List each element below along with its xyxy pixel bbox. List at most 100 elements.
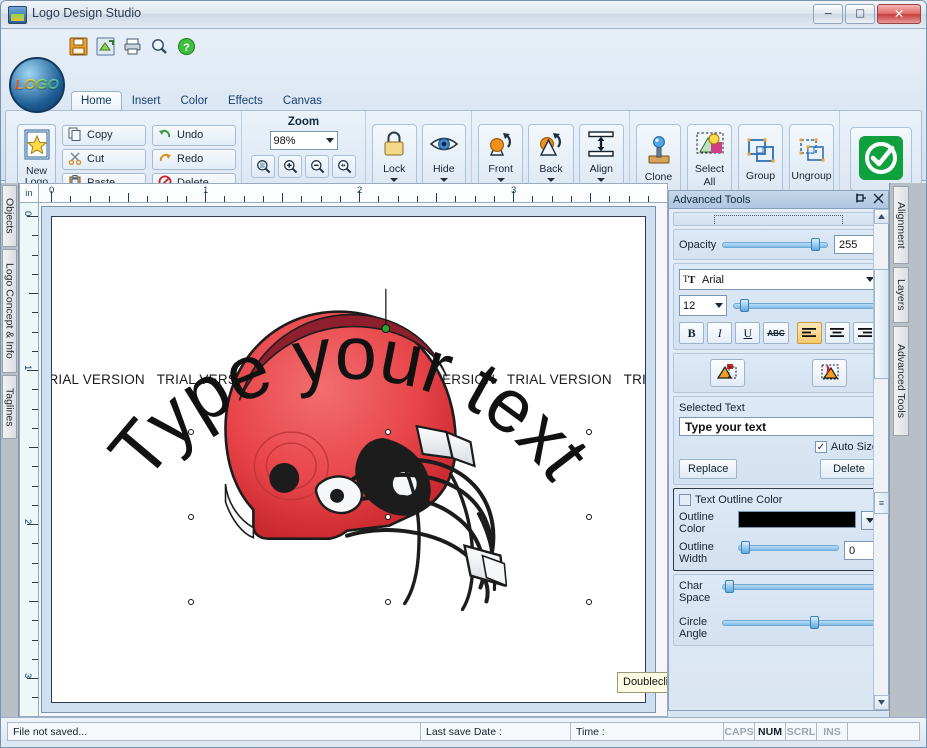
italic-button[interactable]: I xyxy=(707,322,733,344)
panel-tab-layers[interactable]: Layers xyxy=(893,267,909,323)
selection-handle-bl[interactable] xyxy=(188,599,194,605)
canvas-area[interactable]: in 0 1 2 3 0 1 2 3 TRIAL VERSION TRIAL VERSION… xyxy=(19,183,668,717)
align-center-button[interactable] xyxy=(824,322,850,344)
panel-scrollbar[interactable]: ≡ xyxy=(873,209,889,710)
selected-text-input[interactable]: Type your text xyxy=(679,417,878,436)
bold-button[interactable]: B xyxy=(679,322,705,344)
font-size-slider[interactable] xyxy=(733,299,878,312)
circle-angle-slider[interactable] xyxy=(722,616,878,629)
zoom-out-button[interactable] xyxy=(305,155,329,178)
selection-handle-mr[interactable] xyxy=(586,514,592,520)
panel-scroll-grip[interactable]: ≡ xyxy=(874,492,889,514)
selection-handle-tm[interactable] xyxy=(385,429,391,435)
minimize-button[interactable]: ─ xyxy=(813,4,843,24)
text-outline-color-checkbox[interactable] xyxy=(679,494,691,506)
zoom-select[interactable]: 98% xyxy=(269,131,338,150)
tab-effects[interactable]: Effects xyxy=(218,91,273,110)
align-label: Align xyxy=(589,163,613,175)
status-resize-grip[interactable] xyxy=(847,722,920,741)
cut-button[interactable]: Cut xyxy=(62,148,146,170)
zoom-in-button[interactable] xyxy=(278,155,302,178)
scroll-down-button[interactable] xyxy=(874,695,889,710)
undo-button[interactable]: Undo xyxy=(152,124,236,146)
chevron-down-icon[interactable] xyxy=(546,178,555,182)
circle-angle-slider-thumb[interactable] xyxy=(810,616,819,629)
delete-text-button[interactable]: Delete xyxy=(820,459,878,479)
ungroup-button[interactable]: Ungroup xyxy=(789,124,834,194)
panel-tab-advanced-tools[interactable]: Advanced Tools xyxy=(893,326,909,436)
outline-color-swatch[interactable] xyxy=(738,511,856,528)
help-icon[interactable]: ? xyxy=(177,37,196,56)
strikethrough-button[interactable]: ABC xyxy=(763,322,789,344)
font-size-select[interactable]: 12 xyxy=(679,295,727,316)
ruler-tick xyxy=(32,543,38,545)
selection-handle-ml[interactable] xyxy=(188,514,194,520)
chevron-down-icon[interactable] xyxy=(597,178,606,182)
tab-insert[interactable]: Insert xyxy=(122,91,171,110)
char-space-slider[interactable] xyxy=(722,580,878,593)
close-button[interactable]: ✕ xyxy=(877,4,921,24)
chevron-down-icon[interactable] xyxy=(496,178,505,182)
zoom-fit-button[interactable] xyxy=(332,155,356,178)
save-as-icon[interactable] xyxy=(96,37,115,56)
selection-handle-br[interactable] xyxy=(586,599,592,605)
tab-home[interactable]: Home xyxy=(71,91,122,110)
font-family-select[interactable]: TT Arial xyxy=(679,269,878,290)
scroll-up-button[interactable] xyxy=(874,209,889,224)
ruler-tick xyxy=(108,196,110,202)
ruler-tick xyxy=(32,389,38,391)
font-size-slider-thumb[interactable] xyxy=(740,299,749,312)
preview-icon[interactable] xyxy=(150,37,169,56)
selection-handle-tl[interactable] xyxy=(188,429,194,435)
ruler-tick xyxy=(32,427,38,429)
close-icon[interactable] xyxy=(873,193,884,207)
app-logo-orb[interactable] xyxy=(9,57,65,113)
lock-icon xyxy=(380,129,408,162)
font-size-value: 12 xyxy=(683,299,696,312)
panel-tab-alignment[interactable]: Alignment xyxy=(893,186,909,264)
chevron-down-icon[interactable] xyxy=(439,178,448,182)
design-page[interactable]: TRIAL VERSION TRIAL VERSION TRIAL VERSIO… xyxy=(51,216,646,703)
ruler-label: 2 xyxy=(22,519,33,525)
print-icon[interactable] xyxy=(123,37,142,56)
copy-button[interactable]: Copy xyxy=(62,124,146,146)
pin-icon[interactable] xyxy=(855,192,867,207)
selection-handle-bm[interactable] xyxy=(385,599,391,605)
align-left-button[interactable] xyxy=(796,322,822,344)
underline-button[interactable]: U xyxy=(735,322,761,344)
selection-handle-tr[interactable] xyxy=(586,429,592,435)
sidebar-tab-taglines-label: Taglines xyxy=(3,387,16,427)
opacity-value[interactable]: 255 xyxy=(834,235,878,254)
opacity-slider-thumb[interactable] xyxy=(811,238,821,251)
opacity-slider[interactable] xyxy=(722,238,828,251)
sidebar-tab-objects[interactable]: Objects xyxy=(2,185,17,247)
panel-scroll-thumb[interactable] xyxy=(874,269,889,379)
text-outline-color-label: Text Outline Color xyxy=(695,494,783,506)
sidebar-tab-logo-concept[interactable]: Logo Concept & Info xyxy=(2,249,17,373)
insert-image-button[interactable] xyxy=(709,359,745,387)
panel-body: Opacity 255 TT Arial 12 B I U ABC Select… xyxy=(669,209,888,710)
zoom-select-tool-button[interactable] xyxy=(251,155,275,178)
save-icon[interactable] xyxy=(69,37,88,56)
tab-canvas[interactable]: Canvas xyxy=(273,91,332,110)
sidebar-tab-taglines[interactable]: Taglines xyxy=(2,375,17,439)
spacing-section: Char Space Circle Angle xyxy=(673,574,884,646)
logo-object[interactable]: Type your text xyxy=(52,217,645,702)
hide-label: Hide xyxy=(432,163,455,175)
activation-button[interactable] xyxy=(849,127,912,191)
ribbon-tabs: Home Insert Color Effects Canvas xyxy=(71,89,332,110)
tab-color[interactable]: Color xyxy=(170,91,217,110)
replace-button[interactable]: Replace xyxy=(679,459,738,479)
group-button[interactable]: Group xyxy=(738,124,783,194)
outline-width-slider-thumb[interactable] xyxy=(741,541,750,554)
rotate-handle[interactable] xyxy=(381,324,391,334)
restore-button[interactable]: ☐ xyxy=(845,4,875,24)
char-space-slider-thumb[interactable] xyxy=(725,580,734,593)
redo-button[interactable]: Redo xyxy=(152,148,236,170)
auto-size-checkbox[interactable]: ✓ xyxy=(814,441,827,453)
selection-handle-center[interactable] xyxy=(385,514,391,520)
chevron-down-icon[interactable] xyxy=(390,178,399,182)
outline-width-slider[interactable] xyxy=(738,541,839,554)
image-effect-button[interactable] xyxy=(812,359,848,387)
select-all-button[interactable]: Select All xyxy=(687,124,732,194)
